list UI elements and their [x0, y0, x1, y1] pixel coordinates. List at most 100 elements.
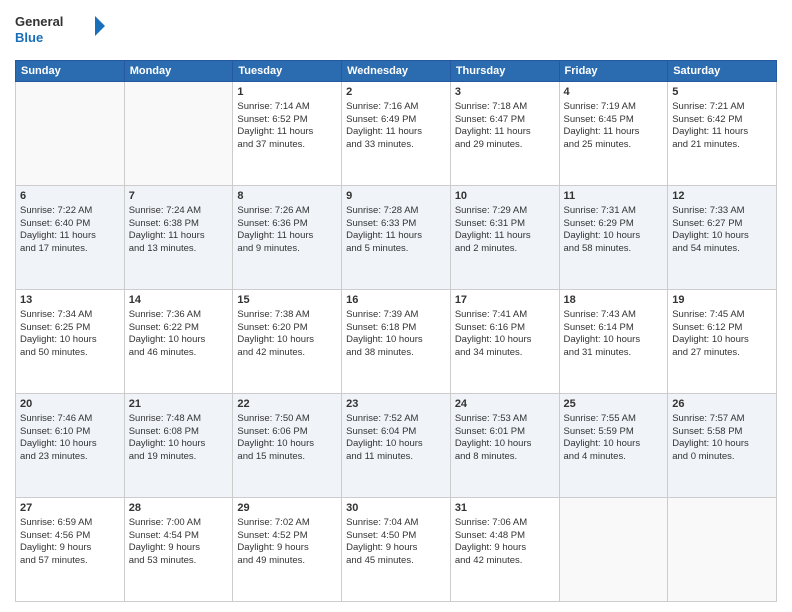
header-thursday: Thursday: [450, 61, 559, 82]
day-detail: Sunrise: 7:28 AM Sunset: 6:33 PM Dayligh…: [346, 205, 446, 256]
day-number: 21: [129, 397, 229, 412]
day-number: 17: [455, 293, 555, 308]
cell-week5-day5: [559, 498, 668, 602]
day-detail: Sunrise: 7:33 AM Sunset: 6:27 PM Dayligh…: [672, 205, 772, 256]
cell-week2-day6: 12Sunrise: 7:33 AM Sunset: 6:27 PM Dayli…: [668, 186, 777, 290]
day-number: 18: [564, 293, 664, 308]
day-number: 2: [346, 85, 446, 100]
day-number: 5: [672, 85, 772, 100]
cell-week4-day6: 26Sunrise: 7:57 AM Sunset: 5:58 PM Dayli…: [668, 394, 777, 498]
logo-svg: General Blue: [15, 10, 105, 52]
day-number: 30: [346, 501, 446, 516]
cell-week1-day4: 3Sunrise: 7:18 AM Sunset: 6:47 PM Daylig…: [450, 82, 559, 186]
day-detail: Sunrise: 7:52 AM Sunset: 6:04 PM Dayligh…: [346, 413, 446, 464]
header-wednesday: Wednesday: [342, 61, 451, 82]
svg-text:Blue: Blue: [15, 30, 43, 45]
day-number: 29: [237, 501, 337, 516]
day-number: 20: [20, 397, 120, 412]
day-detail: Sunrise: 7:50 AM Sunset: 6:06 PM Dayligh…: [237, 413, 337, 464]
cell-week3-day3: 16Sunrise: 7:39 AM Sunset: 6:18 PM Dayli…: [342, 290, 451, 394]
day-number: 4: [564, 85, 664, 100]
cell-week1-day2: 1Sunrise: 7:14 AM Sunset: 6:52 PM Daylig…: [233, 82, 342, 186]
cell-week5-day0: 27Sunrise: 6:59 AM Sunset: 4:56 PM Dayli…: [16, 498, 125, 602]
day-detail: Sunrise: 7:34 AM Sunset: 6:25 PM Dayligh…: [20, 309, 120, 360]
svg-text:General: General: [15, 14, 63, 29]
day-detail: Sunrise: 7:38 AM Sunset: 6:20 PM Dayligh…: [237, 309, 337, 360]
header-tuesday: Tuesday: [233, 61, 342, 82]
day-detail: Sunrise: 7:21 AM Sunset: 6:42 PM Dayligh…: [672, 101, 772, 152]
day-detail: Sunrise: 7:26 AM Sunset: 6:36 PM Dayligh…: [237, 205, 337, 256]
day-detail: Sunrise: 7:22 AM Sunset: 6:40 PM Dayligh…: [20, 205, 120, 256]
day-number: 27: [20, 501, 120, 516]
day-number: 31: [455, 501, 555, 516]
week-row-5: 27Sunrise: 6:59 AM Sunset: 4:56 PM Dayli…: [16, 498, 777, 602]
day-detail: Sunrise: 7:39 AM Sunset: 6:18 PM Dayligh…: [346, 309, 446, 360]
cell-week4-day1: 21Sunrise: 7:48 AM Sunset: 6:08 PM Dayli…: [124, 394, 233, 498]
day-number: 24: [455, 397, 555, 412]
day-number: 14: [129, 293, 229, 308]
cell-week2-day3: 9Sunrise: 7:28 AM Sunset: 6:33 PM Daylig…: [342, 186, 451, 290]
week-row-3: 13Sunrise: 7:34 AM Sunset: 6:25 PM Dayli…: [16, 290, 777, 394]
calendar-table: SundayMondayTuesdayWednesdayThursdayFrid…: [15, 60, 777, 602]
cell-week2-day4: 10Sunrise: 7:29 AM Sunset: 6:31 PM Dayli…: [450, 186, 559, 290]
cell-week5-day1: 28Sunrise: 7:00 AM Sunset: 4:54 PM Dayli…: [124, 498, 233, 602]
logo: General Blue: [15, 10, 105, 52]
day-detail: Sunrise: 7:24 AM Sunset: 6:38 PM Dayligh…: [129, 205, 229, 256]
day-detail: Sunrise: 7:02 AM Sunset: 4:52 PM Dayligh…: [237, 517, 337, 568]
day-number: 11: [564, 189, 664, 204]
header-saturday: Saturday: [668, 61, 777, 82]
day-number: 15: [237, 293, 337, 308]
day-detail: Sunrise: 7:06 AM Sunset: 4:48 PM Dayligh…: [455, 517, 555, 568]
cell-week1-day0: [16, 82, 125, 186]
page: General Blue SundayMondayTuesdayWednesda…: [0, 0, 792, 612]
day-number: 9: [346, 189, 446, 204]
day-detail: Sunrise: 7:16 AM Sunset: 6:49 PM Dayligh…: [346, 101, 446, 152]
day-number: 13: [20, 293, 120, 308]
day-detail: Sunrise: 7:19 AM Sunset: 6:45 PM Dayligh…: [564, 101, 664, 152]
cell-week2-day2: 8Sunrise: 7:26 AM Sunset: 6:36 PM Daylig…: [233, 186, 342, 290]
header-monday: Monday: [124, 61, 233, 82]
cell-week3-day2: 15Sunrise: 7:38 AM Sunset: 6:20 PM Dayli…: [233, 290, 342, 394]
day-detail: Sunrise: 7:18 AM Sunset: 6:47 PM Dayligh…: [455, 101, 555, 152]
cell-week4-day2: 22Sunrise: 7:50 AM Sunset: 6:06 PM Dayli…: [233, 394, 342, 498]
cell-week3-day1: 14Sunrise: 7:36 AM Sunset: 6:22 PM Dayli…: [124, 290, 233, 394]
day-number: 28: [129, 501, 229, 516]
week-row-2: 6Sunrise: 7:22 AM Sunset: 6:40 PM Daylig…: [16, 186, 777, 290]
day-detail: Sunrise: 7:04 AM Sunset: 4:50 PM Dayligh…: [346, 517, 446, 568]
day-detail: Sunrise: 7:53 AM Sunset: 6:01 PM Dayligh…: [455, 413, 555, 464]
week-row-1: 1Sunrise: 7:14 AM Sunset: 6:52 PM Daylig…: [16, 82, 777, 186]
days-header-row: SundayMondayTuesdayWednesdayThursdayFrid…: [16, 61, 777, 82]
cell-week4-day0: 20Sunrise: 7:46 AM Sunset: 6:10 PM Dayli…: [16, 394, 125, 498]
cell-week3-day5: 18Sunrise: 7:43 AM Sunset: 6:14 PM Dayli…: [559, 290, 668, 394]
day-number: 16: [346, 293, 446, 308]
day-number: 8: [237, 189, 337, 204]
cell-week1-day1: [124, 82, 233, 186]
cell-week4-day4: 24Sunrise: 7:53 AM Sunset: 6:01 PM Dayli…: [450, 394, 559, 498]
cell-week3-day4: 17Sunrise: 7:41 AM Sunset: 6:16 PM Dayli…: [450, 290, 559, 394]
cell-week5-day3: 30Sunrise: 7:04 AM Sunset: 4:50 PM Dayli…: [342, 498, 451, 602]
day-number: 6: [20, 189, 120, 204]
cell-week1-day3: 2Sunrise: 7:16 AM Sunset: 6:49 PM Daylig…: [342, 82, 451, 186]
day-number: 22: [237, 397, 337, 412]
cell-week1-day5: 4Sunrise: 7:19 AM Sunset: 6:45 PM Daylig…: [559, 82, 668, 186]
day-detail: Sunrise: 7:45 AM Sunset: 6:12 PM Dayligh…: [672, 309, 772, 360]
header: General Blue: [15, 10, 777, 52]
cell-week2-day1: 7Sunrise: 7:24 AM Sunset: 6:38 PM Daylig…: [124, 186, 233, 290]
day-detail: Sunrise: 7:00 AM Sunset: 4:54 PM Dayligh…: [129, 517, 229, 568]
cell-week5-day4: 31Sunrise: 7:06 AM Sunset: 4:48 PM Dayli…: [450, 498, 559, 602]
cell-week2-day5: 11Sunrise: 7:31 AM Sunset: 6:29 PM Dayli…: [559, 186, 668, 290]
cell-week3-day6: 19Sunrise: 7:45 AM Sunset: 6:12 PM Dayli…: [668, 290, 777, 394]
day-detail: Sunrise: 7:29 AM Sunset: 6:31 PM Dayligh…: [455, 205, 555, 256]
day-detail: Sunrise: 7:43 AM Sunset: 6:14 PM Dayligh…: [564, 309, 664, 360]
cell-week3-day0: 13Sunrise: 7:34 AM Sunset: 6:25 PM Dayli…: [16, 290, 125, 394]
cell-week5-day2: 29Sunrise: 7:02 AM Sunset: 4:52 PM Dayli…: [233, 498, 342, 602]
cell-week5-day6: [668, 498, 777, 602]
cell-week4-day3: 23Sunrise: 7:52 AM Sunset: 6:04 PM Dayli…: [342, 394, 451, 498]
day-detail: Sunrise: 7:31 AM Sunset: 6:29 PM Dayligh…: [564, 205, 664, 256]
day-number: 19: [672, 293, 772, 308]
day-number: 10: [455, 189, 555, 204]
day-detail: Sunrise: 7:41 AM Sunset: 6:16 PM Dayligh…: [455, 309, 555, 360]
day-detail: Sunrise: 7:48 AM Sunset: 6:08 PM Dayligh…: [129, 413, 229, 464]
day-detail: Sunrise: 7:57 AM Sunset: 5:58 PM Dayligh…: [672, 413, 772, 464]
day-number: 3: [455, 85, 555, 100]
